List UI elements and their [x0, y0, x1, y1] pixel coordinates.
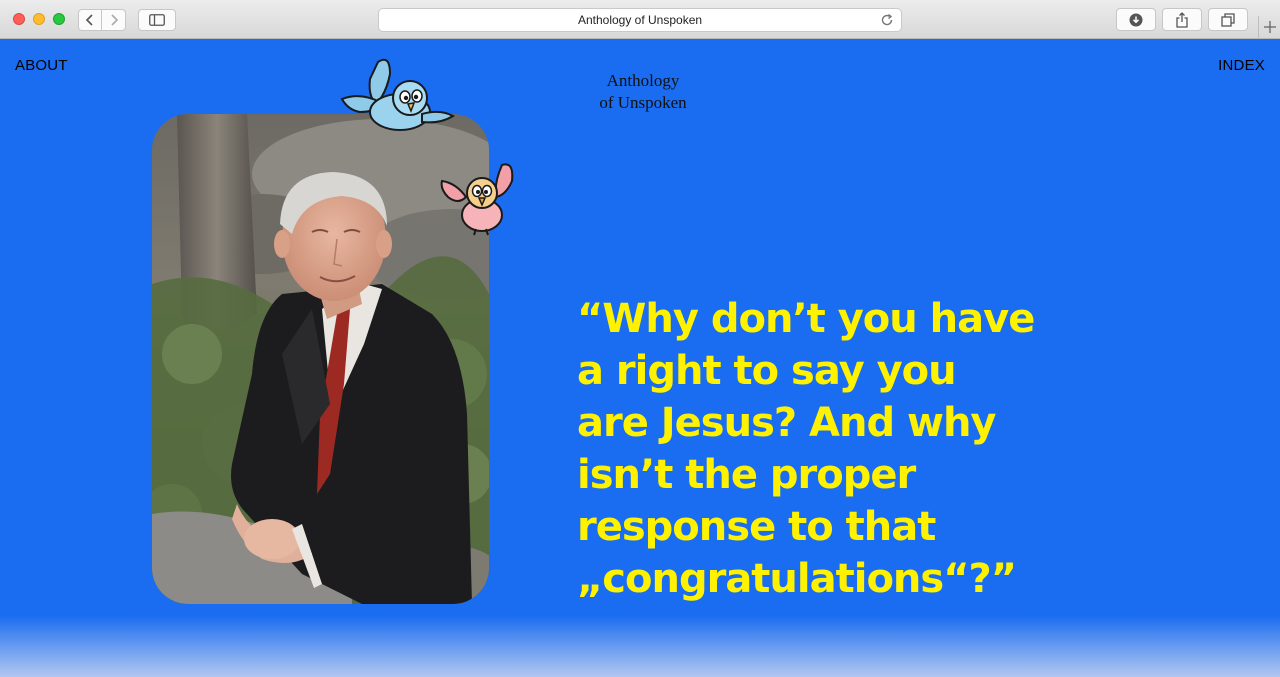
- minimize-window-button[interactable]: [33, 13, 45, 25]
- zoom-window-button[interactable]: [53, 13, 65, 25]
- quote-line-3: are Jesus? And why: [577, 400, 997, 446]
- quote-line-4: isn’t the proper: [577, 452, 916, 498]
- index-link[interactable]: INDEX: [1218, 57, 1265, 74]
- download-icon: [1129, 13, 1143, 26]
- forward-button[interactable]: [102, 9, 126, 31]
- sidebar-icon: [149, 14, 165, 26]
- blue-bird-illustration: [340, 58, 455, 131]
- site-title-line-2: of Unspoken: [599, 93, 687, 112]
- pink-bird-illustration: [440, 163, 514, 236]
- site-title[interactable]: Anthology of Unspoken: [560, 70, 726, 114]
- page-content: ABOUT INDEX Anthology of Unspoken “Why d…: [0, 39, 1280, 677]
- address-bar-title: Anthology of Unspoken: [577, 13, 703, 27]
- about-link[interactable]: ABOUT: [15, 57, 68, 74]
- quote-line-2: a right to say you: [577, 348, 957, 394]
- sidebar-toggle-button[interactable]: [138, 9, 176, 31]
- downloads-button[interactable]: [1116, 8, 1156, 31]
- portrait-photo: [152, 114, 489, 604]
- new-tab-button[interactable]: [1258, 16, 1280, 38]
- close-window-button[interactable]: [13, 13, 25, 25]
- tabs-icon: [1221, 12, 1235, 27]
- quote-line-1: “Why don’t you have: [577, 296, 1035, 342]
- quote-text: “Why don’t you have a right to say you a…: [577, 293, 1077, 605]
- share-button[interactable]: [1162, 8, 1202, 31]
- reload-icon[interactable]: [879, 12, 895, 28]
- chevron-right-icon: [110, 14, 118, 26]
- show-tabs-button[interactable]: [1208, 8, 1248, 31]
- share-icon: [1176, 11, 1188, 28]
- back-button[interactable]: [78, 9, 102, 31]
- chevron-left-icon: [85, 14, 93, 26]
- plus-icon: [1264, 21, 1276, 33]
- quote-line-5: response to that: [577, 504, 936, 550]
- address-bar[interactable]: Anthology of Unspoken: [378, 8, 902, 32]
- bottom-fade: [0, 615, 1280, 677]
- quote-line-6: „congratulations“?”: [577, 556, 1017, 602]
- site-title-line-1: Anthology: [606, 71, 680, 90]
- browser-toolbar: Anthology of Unspoken: [0, 0, 1280, 39]
